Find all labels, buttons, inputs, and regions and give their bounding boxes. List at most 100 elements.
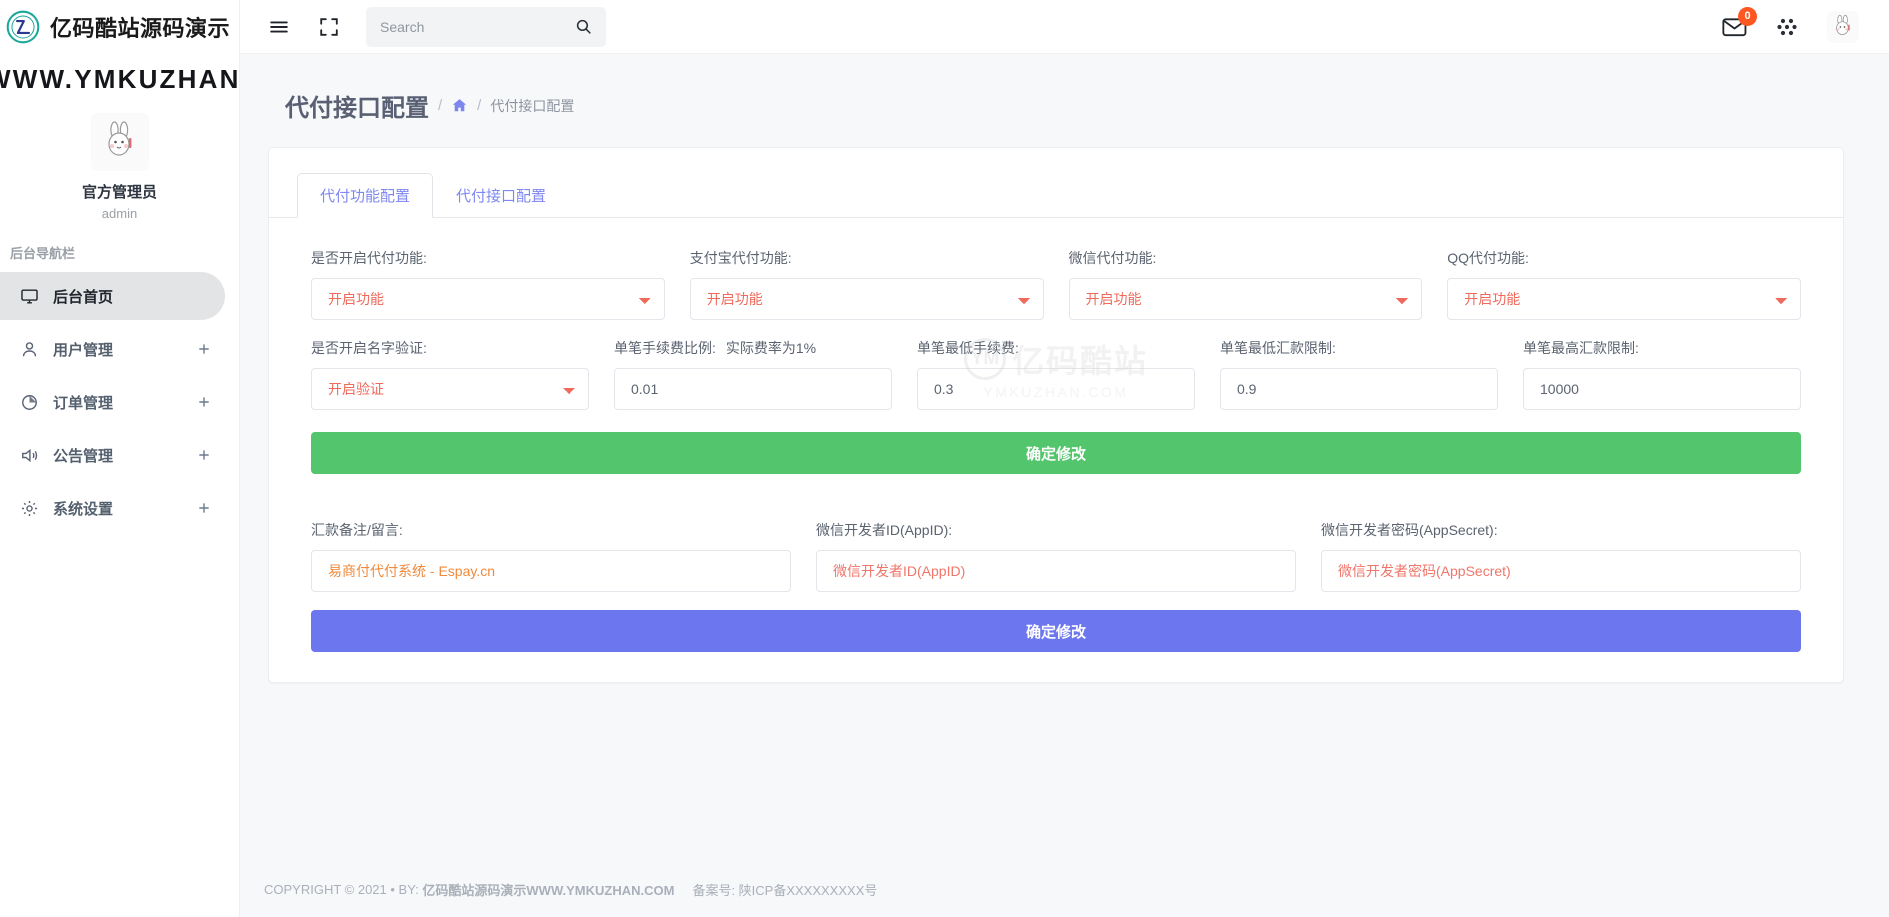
submit-function-config-button[interactable]: 确定修改 <box>311 432 1801 474</box>
sidebar-item-label: 系统设置 <box>53 500 114 518</box>
sidebar-item-label: 用户管理 <box>53 341 114 359</box>
field-label: 是否开启代付功能: <box>311 250 427 266</box>
gear-icon <box>21 500 38 516</box>
field-label: 支付宝代付功能: <box>689 250 792 266</box>
select-wechat-payout[interactable]: 开启功能 <box>1068 278 1423 320</box>
search-icon[interactable] <box>575 18 592 35</box>
footer-copyright: COPYRIGHT © 2021 • BY: <box>264 881 419 897</box>
input-fee-rate[interactable] <box>614 368 892 410</box>
field-wechat-appsecret: 微信开发者密码(AppSecret): <box>1321 520 1801 592</box>
field-label: 微信代付功能: <box>1068 250 1157 266</box>
form-body: 是否开启代付功能: 开启功能 支付宝代付功能: 开启功能 微信代付功能: 开启功… <box>269 218 1843 652</box>
tab-interface-config[interactable]: 代付接口配置 <box>433 173 569 218</box>
footer: COPYRIGHT © 2021 • BY: 亿码酷站源码演示WWW.YMKUZ… <box>240 861 1889 917</box>
field-wechat-payout: 微信代付功能: 开启功能 <box>1068 248 1423 320</box>
field-alipay-payout: 支付宝代付功能: 开启功能 <box>689 248 1044 320</box>
logo-icon <box>6 10 40 44</box>
breadcrumb-current: 代付接口配置 <box>490 97 575 114</box>
field-label-text: 单笔手续费比例: <box>614 340 716 356</box>
form-row-fees: 是否开启名字验证: 开启验证 单笔手续费比例:实际费率为1% 单笔最低手续费: … <box>311 338 1801 410</box>
field-label: 单笔最低手续费: <box>917 340 1019 356</box>
breadcrumb-separator: / <box>477 97 482 114</box>
field-min-fee: 单笔最低手续费: <box>917 338 1195 410</box>
sidebar-item-announcements[interactable]: 公告管理 <box>0 431 225 479</box>
footer-site: 亿码酷站源码演示WWW.YMKUZHAN.COM <box>422 882 675 898</box>
sidebar-item-users[interactable]: 用户管理 <box>0 325 225 373</box>
config-card: 代付功能配置 代付接口配置 是否开启代付功能: 开启功能 支付宝代付功能: 开启… <box>268 147 1844 683</box>
search-input[interactable] <box>380 18 575 35</box>
brand-name: 亿码酷站源码演示 <box>50 16 231 41</box>
brand[interactable]: 亿码酷站源码演示 <box>0 0 239 54</box>
user-icon <box>22 341 37 356</box>
tab-function-config[interactable]: 代付功能配置 <box>297 173 434 218</box>
speaker-icon <box>22 448 38 462</box>
mail-badge: 0 <box>1738 6 1757 26</box>
profile-block: 官方管理员 admin <box>0 95 239 221</box>
field-fee-rate: 单笔手续费比例: 实际费率为1% <box>614 338 892 410</box>
sidebar-item-label: 订单管理 <box>53 394 114 412</box>
sidebar-item-label: 公告管理 <box>53 447 114 465</box>
home-icon[interactable] <box>451 97 468 114</box>
field-max-remit: 单笔最高汇款限制: <box>1523 338 1801 410</box>
hamburger-icon[interactable] <box>268 16 290 38</box>
input-min-remit[interactable] <box>1220 368 1498 410</box>
top-bar: 0 <box>240 0 1889 54</box>
field-remit-remark: 汇款备注/留言: <box>311 520 791 592</box>
profile-role: admin <box>101 206 138 221</box>
field-qq-payout: QQ代付功能: 开启功能 <box>1447 248 1801 320</box>
select-enable-payout[interactable]: 开启功能 <box>311 278 665 320</box>
rabbit-avatar-icon <box>107 121 131 156</box>
tab-bar: 代付功能配置 代付接口配置 <box>269 172 1843 218</box>
plus-icon[interactable] <box>197 395 211 409</box>
field-wechat-appid: 微信开发者ID(AppID): <box>816 520 1296 592</box>
submit-interface-config-button[interactable]: 确定修改 <box>311 610 1801 652</box>
sidebar-item-label: 后台首页 <box>53 288 114 306</box>
main-content: 代付接口配置 / / 代付接口配置 代付功能配置 代付接口配置 是否开启代付功能… <box>240 54 1889 917</box>
monitor-icon <box>21 288 38 304</box>
field-label: 微信开发者ID(AppID): <box>816 522 953 538</box>
input-max-remit[interactable] <box>1523 368 1801 410</box>
plus-icon[interactable] <box>197 342 211 356</box>
rabbit-avatar-icon <box>1836 14 1850 35</box>
sidebar-item-orders[interactable]: 订单管理 <box>0 378 225 426</box>
select-qq-payout[interactable]: 开启功能 <box>1447 278 1801 320</box>
apps-grid-icon[interactable] <box>1775 15 1799 39</box>
search-box[interactable] <box>366 6 606 47</box>
form-row-wechat: 汇款备注/留言: 微信开发者ID(AppID): 微信开发者密码(AppSecr… <box>311 520 1801 592</box>
breadcrumb-separator: / <box>438 97 443 114</box>
avatar[interactable] <box>90 113 149 171</box>
plus-icon[interactable] <box>197 448 211 462</box>
fullscreen-icon[interactable] <box>318 16 340 38</box>
field-label: 是否开启名字验证: <box>311 340 427 356</box>
mail-button[interactable]: 0 <box>1722 6 1757 38</box>
input-wechat-appsecret[interactable] <box>1321 550 1801 592</box>
field-label: 微信开发者密码(AppSecret): <box>1321 522 1498 538</box>
sidebar-item-dashboard[interactable]: 后台首页 <box>0 272 225 320</box>
avatar[interactable] <box>1827 10 1859 43</box>
plus-icon[interactable] <box>197 501 211 515</box>
input-min-fee[interactable] <box>917 368 1195 410</box>
sidebar: 亿码酷站源码演示 WWW.YMKUZHAN.COM 官方管理员 admin 后台… <box>0 0 240 917</box>
footer-icp: 备案号: 陕ICP备XXXXXXXXX号 <box>692 882 878 898</box>
select-alipay-payout[interactable]: 开启功能 <box>689 278 1044 320</box>
profile-name: 官方管理员 <box>81 184 157 201</box>
field-label: 单笔手续费比例: 实际费率为1% <box>614 338 892 358</box>
select-name-verification[interactable]: 开启验证 <box>311 368 589 410</box>
form-row-toggles: 是否开启代付功能: 开启功能 支付宝代付功能: 开启功能 微信代付功能: 开启功… <box>311 248 1801 320</box>
topbar-actions: 0 <box>1722 6 1889 43</box>
field-enable-payout: 是否开启代付功能: 开启功能 <box>311 248 665 320</box>
page-header: 代付接口配置 / / 代付接口配置 <box>240 54 1889 123</box>
field-name-verification: 是否开启名字验证: 开启验证 <box>311 338 589 410</box>
pie-chart-icon <box>22 394 37 410</box>
field-label: 单笔最低汇款限制: <box>1220 340 1336 356</box>
page-title: 代付接口配置 <box>285 95 429 122</box>
sidebar-item-settings[interactable]: 系统设置 <box>0 484 225 532</box>
field-min-remit: 单笔最低汇款限制: <box>1220 338 1498 410</box>
input-remit-remark[interactable] <box>311 550 791 592</box>
field-label: 汇款备注/留言: <box>311 522 403 538</box>
field-label: 单笔最高汇款限制: <box>1523 340 1639 356</box>
nav-section-title: 后台导航栏 <box>10 246 76 261</box>
input-wechat-appid[interactable] <box>816 550 1296 592</box>
field-hint: 实际费率为1% <box>725 340 817 356</box>
